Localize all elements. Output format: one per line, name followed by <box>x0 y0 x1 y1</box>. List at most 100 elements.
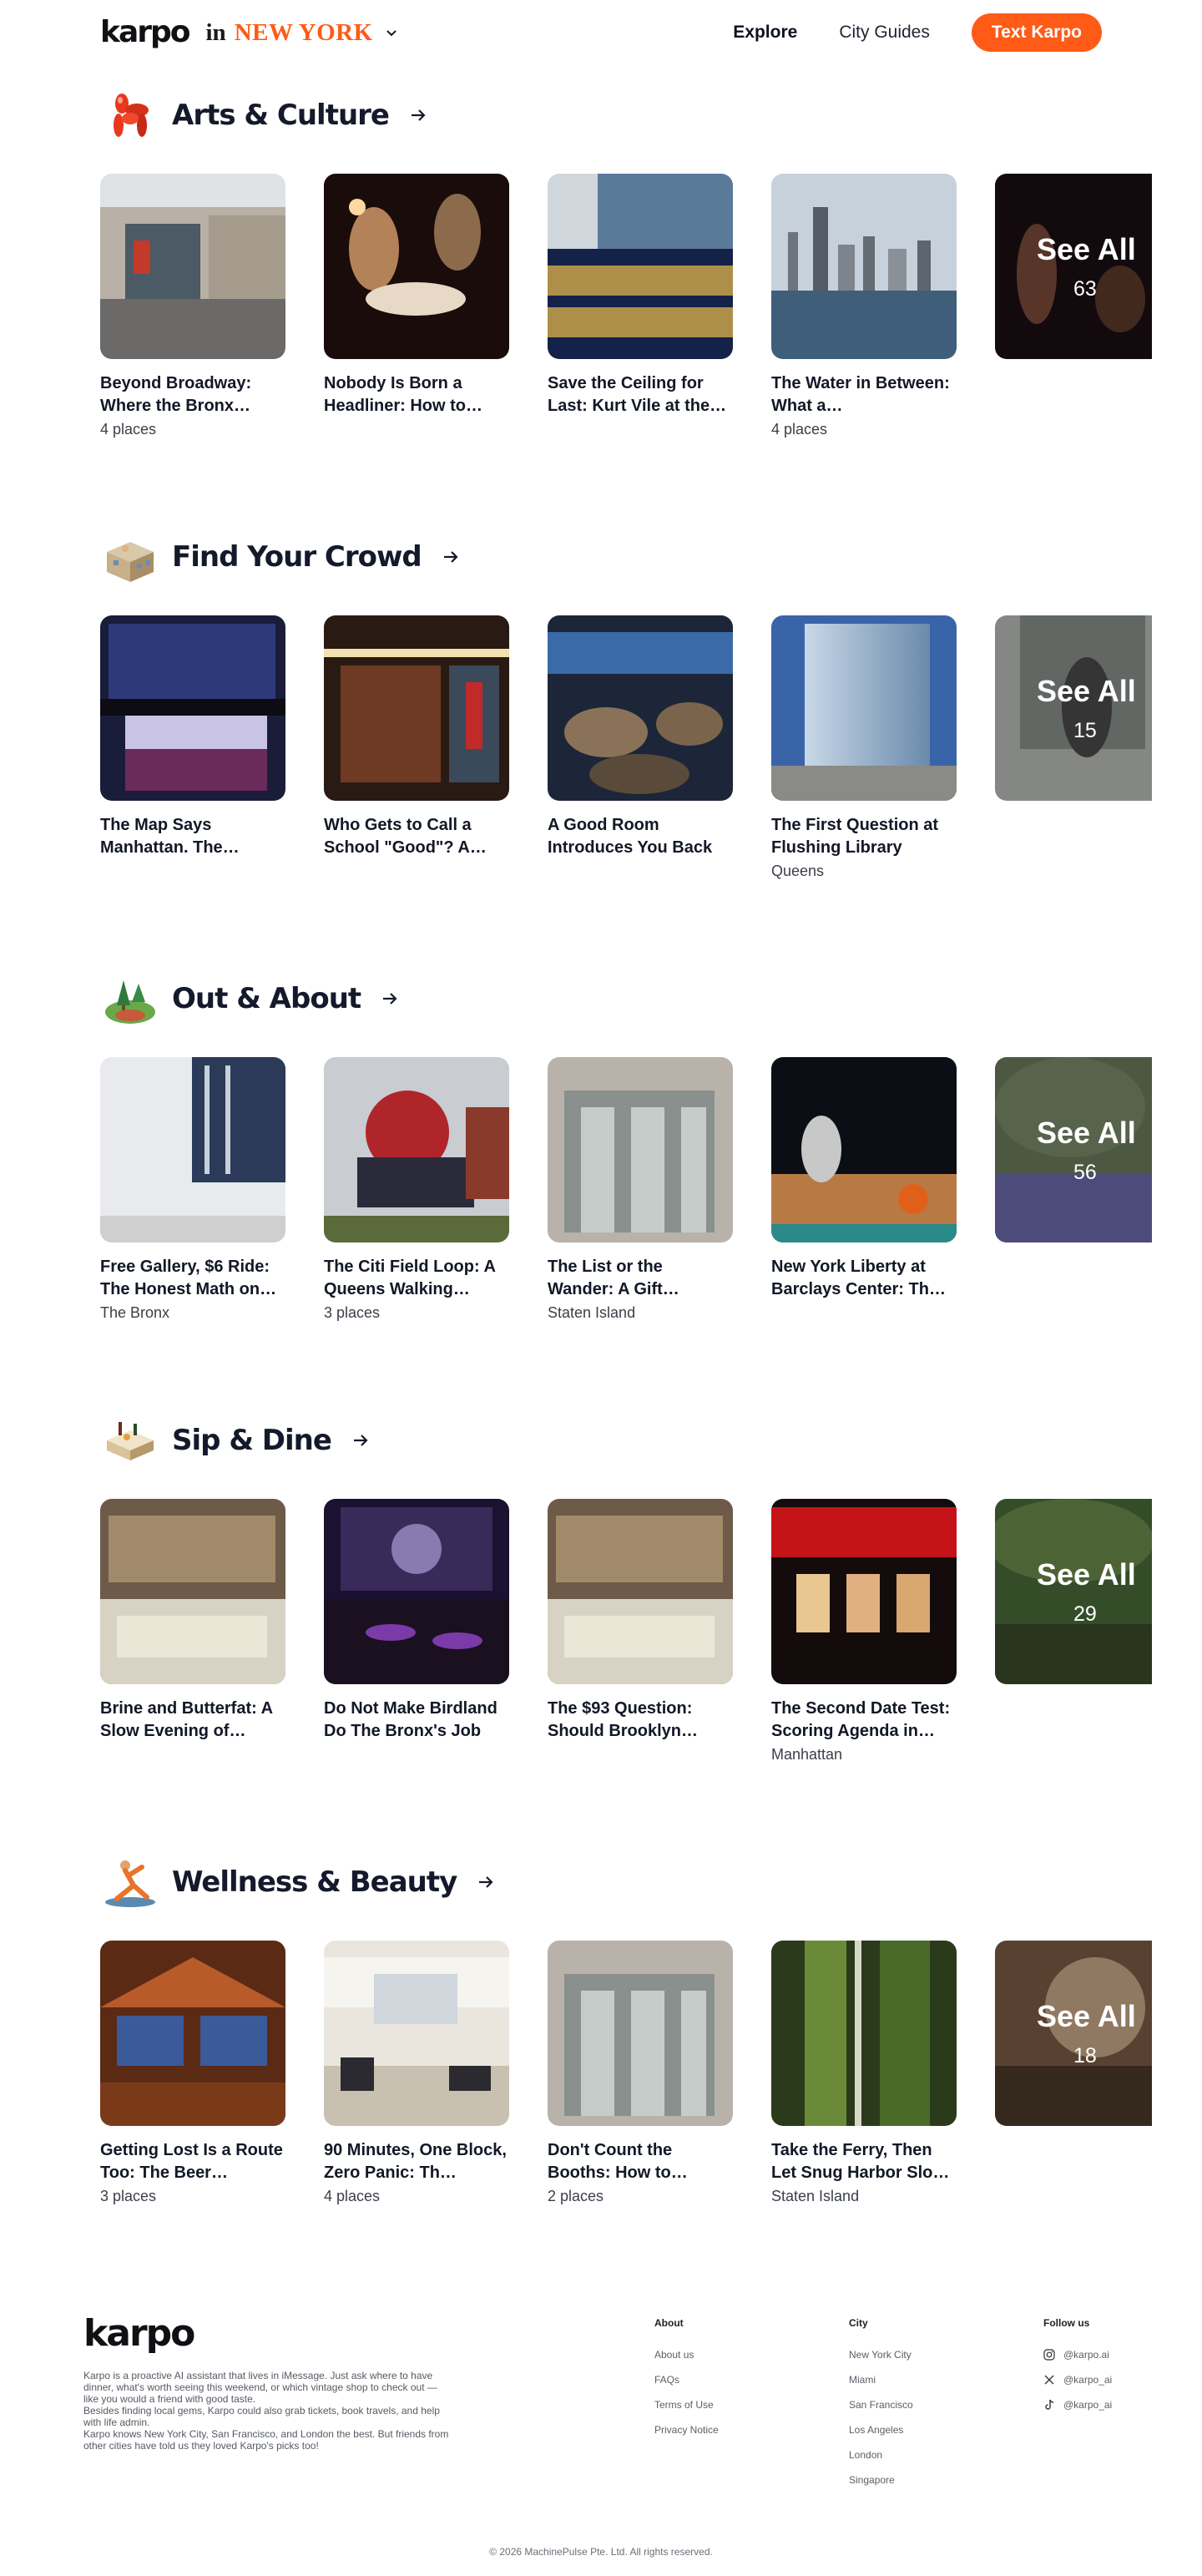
guide-card[interactable]: Getting Lost Is a Route Too: The Beer… 3… <box>100 1941 285 2220</box>
social-instagram[interactable]: @karpo.ai <box>1043 2349 1119 2361</box>
karpo-logo[interactable]: karpo <box>100 18 190 48</box>
instagram-icon <box>1043 2349 1055 2361</box>
see-all-count: 29 <box>1073 1602 1097 1626</box>
arrow-right-icon <box>479 1876 493 1888</box>
section-header[interactable]: Wellness & Beauty <box>100 1849 1202 1916</box>
footer-link-city[interactable]: San Francisco <box>849 2399 1043 2411</box>
see-all-tile[interactable]: See All 15 <box>995 615 1152 801</box>
card-image <box>100 1057 285 1242</box>
social-handle: @karpo_ai <box>1063 2374 1113 2386</box>
yoga-pose-icon <box>105 1860 155 1907</box>
guide-card[interactable]: Nobody Is Born a Headliner: How to… <box>324 174 509 453</box>
card-image <box>100 174 285 359</box>
footer-link-city[interactable]: Los Angeles <box>849 2424 1043 2436</box>
guide-card[interactable]: New York Liberty at Barclays Center: Th… <box>771 1057 957 1337</box>
social-handle: @karpo_ai <box>1063 2399 1113 2411</box>
card-image <box>771 1941 957 2126</box>
card-title: Save the Ceiling for Last: Kurt Vile at … <box>548 374 727 415</box>
card-image <box>771 615 957 801</box>
guide-card[interactable]: Don't Count the Booths: How to… 2 places <box>548 1941 733 2220</box>
section-header[interactable]: Arts & Culture <box>100 82 1202 149</box>
footer-follow-column: Follow us @karpo.ai @karpo_ai @karpo_ai <box>1043 2312 1119 2499</box>
social-tiktok[interactable]: @karpo_ai <box>1043 2399 1119 2411</box>
footer-link-city[interactable]: New York City <box>849 2349 1043 2361</box>
guide-card[interactable]: The First Question at Flushing Library Q… <box>771 615 957 895</box>
nav-city-guides[interactable]: City Guides <box>839 23 930 43</box>
card-meta: 3 places <box>324 1304 381 1321</box>
guide-card[interactable]: The Water in Between: What a… 4 places <box>771 174 957 453</box>
guide-card[interactable]: The List or the Wander: A Gift… Staten I… <box>548 1057 733 1337</box>
card-image <box>100 1499 285 1684</box>
section-arts-culture: Arts & Culture Beyond Broadway: Where th… <box>0 82 1202 453</box>
card-row: Brine and Butterfat: A Slow Evening of… … <box>100 1499 1152 1779</box>
footer-link-privacy[interactable]: Privacy Notice <box>654 2424 849 2436</box>
section-header[interactable]: Sip & Dine <box>100 1407 1202 1474</box>
card-title: The Water in Between: What a… <box>771 374 950 415</box>
guide-card[interactable]: Save the Ceiling for Last: Kurt Vile at … <box>548 174 733 453</box>
card-meta: 4 places <box>100 421 157 438</box>
card-meta: The Bronx <box>100 1304 170 1321</box>
guide-card[interactable]: The Citi Field Loop: A Queens Walking… 3… <box>324 1057 509 1337</box>
text-karpo-button[interactable]: Text Karpo <box>971 13 1102 52</box>
section-out-about: Out & About Free Gallery, $6 Ride: The H… <box>0 965 1202 1337</box>
section-sip-dine: Sip & Dine Brine and Butterfat: A Slow E… <box>0 1407 1202 1779</box>
guide-card[interactable]: Beyond Broadway: Where the Bronx… 4 plac… <box>100 174 285 453</box>
copyright: © 2026 MachinePulse Pte. Ltd. All rights… <box>489 2546 713 2558</box>
footer-link-about-us[interactable]: About us <box>654 2349 849 2361</box>
see-all-count: 63 <box>1073 277 1097 301</box>
card-meta: 4 places <box>324 2188 381 2204</box>
footer-city-column: City New York City Miami San Francisco L… <box>849 2312 1043 2499</box>
guide-card[interactable]: Free Gallery, $6 Ride: The Honest Math o… <box>100 1057 285 1337</box>
arrow-right-icon <box>443 551 458 563</box>
city-prefix: in <box>205 18 226 46</box>
section-header[interactable]: Out & About <box>100 965 1202 1032</box>
see-all-tile[interactable]: See All 56 <box>995 1057 1152 1242</box>
card-image <box>548 615 733 801</box>
footer-columns: About About us FAQs Terms of Use Privacy… <box>654 2312 1119 2499</box>
dining-table-icon <box>107 1422 154 1460</box>
guide-card[interactable]: Brine and Butterfat: A Slow Evening of… <box>100 1499 285 1779</box>
guide-card[interactable]: 90 Minutes, One Block, Zero Panic: Th… 4… <box>324 1941 509 2220</box>
footer-link-city[interactable]: Miami <box>849 2374 1043 2386</box>
guide-card[interactable]: The $93 Question: Should Brooklyn… <box>548 1499 733 1779</box>
card-image <box>548 1941 733 2126</box>
card-meta: Manhattan <box>771 1746 843 1763</box>
guide-card[interactable]: The Map Says Manhattan. The… <box>100 615 285 895</box>
section-header[interactable]: Find Your Crowd <box>100 524 1202 590</box>
see-all-label: See All <box>1037 1999 1136 2033</box>
footer-top: karpo Karpo is a proactive AI assistant … <box>83 2312 1119 2499</box>
see-all-tile[interactable]: See All 18 <box>995 1941 1152 2126</box>
footer-link-city[interactable]: London <box>849 2449 1043 2461</box>
see-all-tile[interactable]: See All 29 <box>995 1499 1152 1684</box>
footer-link-city[interactable]: Singapore <box>849 2474 1043 2486</box>
x-icon <box>1044 2375 1054 2385</box>
guide-card[interactable]: Take the Ferry, Then Let Snug Harbor Slo… <box>771 1941 957 2220</box>
city-selector[interactable]: in NEW YORK <box>205 18 398 46</box>
social-x[interactable]: @karpo_ai <box>1043 2374 1119 2386</box>
card-image <box>548 1499 733 1684</box>
guide-card[interactable]: Do Not Make Birdland Do The Bronx's Job <box>324 1499 509 1779</box>
card-title: The Citi Field Loop: A Queens Walking… <box>324 1258 496 1298</box>
card-title: Free Gallery, $6 Ride: The Honest Math o… <box>100 1258 277 1298</box>
card-title: Don't Count the Booths: How to… <box>548 2141 688 2182</box>
guide-card[interactable]: A Good Room Introduces You Back <box>548 615 733 895</box>
card-title: Who Gets to Call a School "Good"? A… <box>324 816 487 857</box>
card-meta: 3 places <box>100 2188 157 2204</box>
footer-about-text: Besides finding local gems, Karpo could … <box>83 2405 440 2428</box>
nav-explore[interactable]: Explore <box>733 23 797 43</box>
balloon-dog-icon <box>114 94 149 137</box>
footer-link-faqs[interactable]: FAQs <box>654 2374 849 2386</box>
footer-link-terms[interactable]: Terms of Use <box>654 2399 849 2411</box>
guide-card[interactable]: Who Gets to Call a School "Good"? A… <box>324 615 509 895</box>
guide-card[interactable]: The Second Date Test: Scoring Agenda in…… <box>771 1499 957 1779</box>
social-handle: @karpo.ai <box>1063 2349 1109 2361</box>
card-title: The Second Date Test: Scoring Agenda in… <box>771 1699 951 1740</box>
see-all-tile[interactable]: See All 63 <box>995 174 1152 359</box>
section-wellness-beauty: Wellness & Beauty Getting Lost Is a Rout… <box>0 1849 1202 2220</box>
see-all-count: 15 <box>1073 719 1097 742</box>
footer-logo[interactable]: karpo <box>83 2312 451 2355</box>
card-meta: Queens <box>771 863 825 879</box>
card-title: The List or the Wander: A Gift… <box>548 1258 679 1298</box>
card-row: The Map Says Manhattan. The… Who Gets to… <box>100 615 1152 895</box>
footer-about-column: About About us FAQs Terms of Use Privacy… <box>654 2312 849 2499</box>
